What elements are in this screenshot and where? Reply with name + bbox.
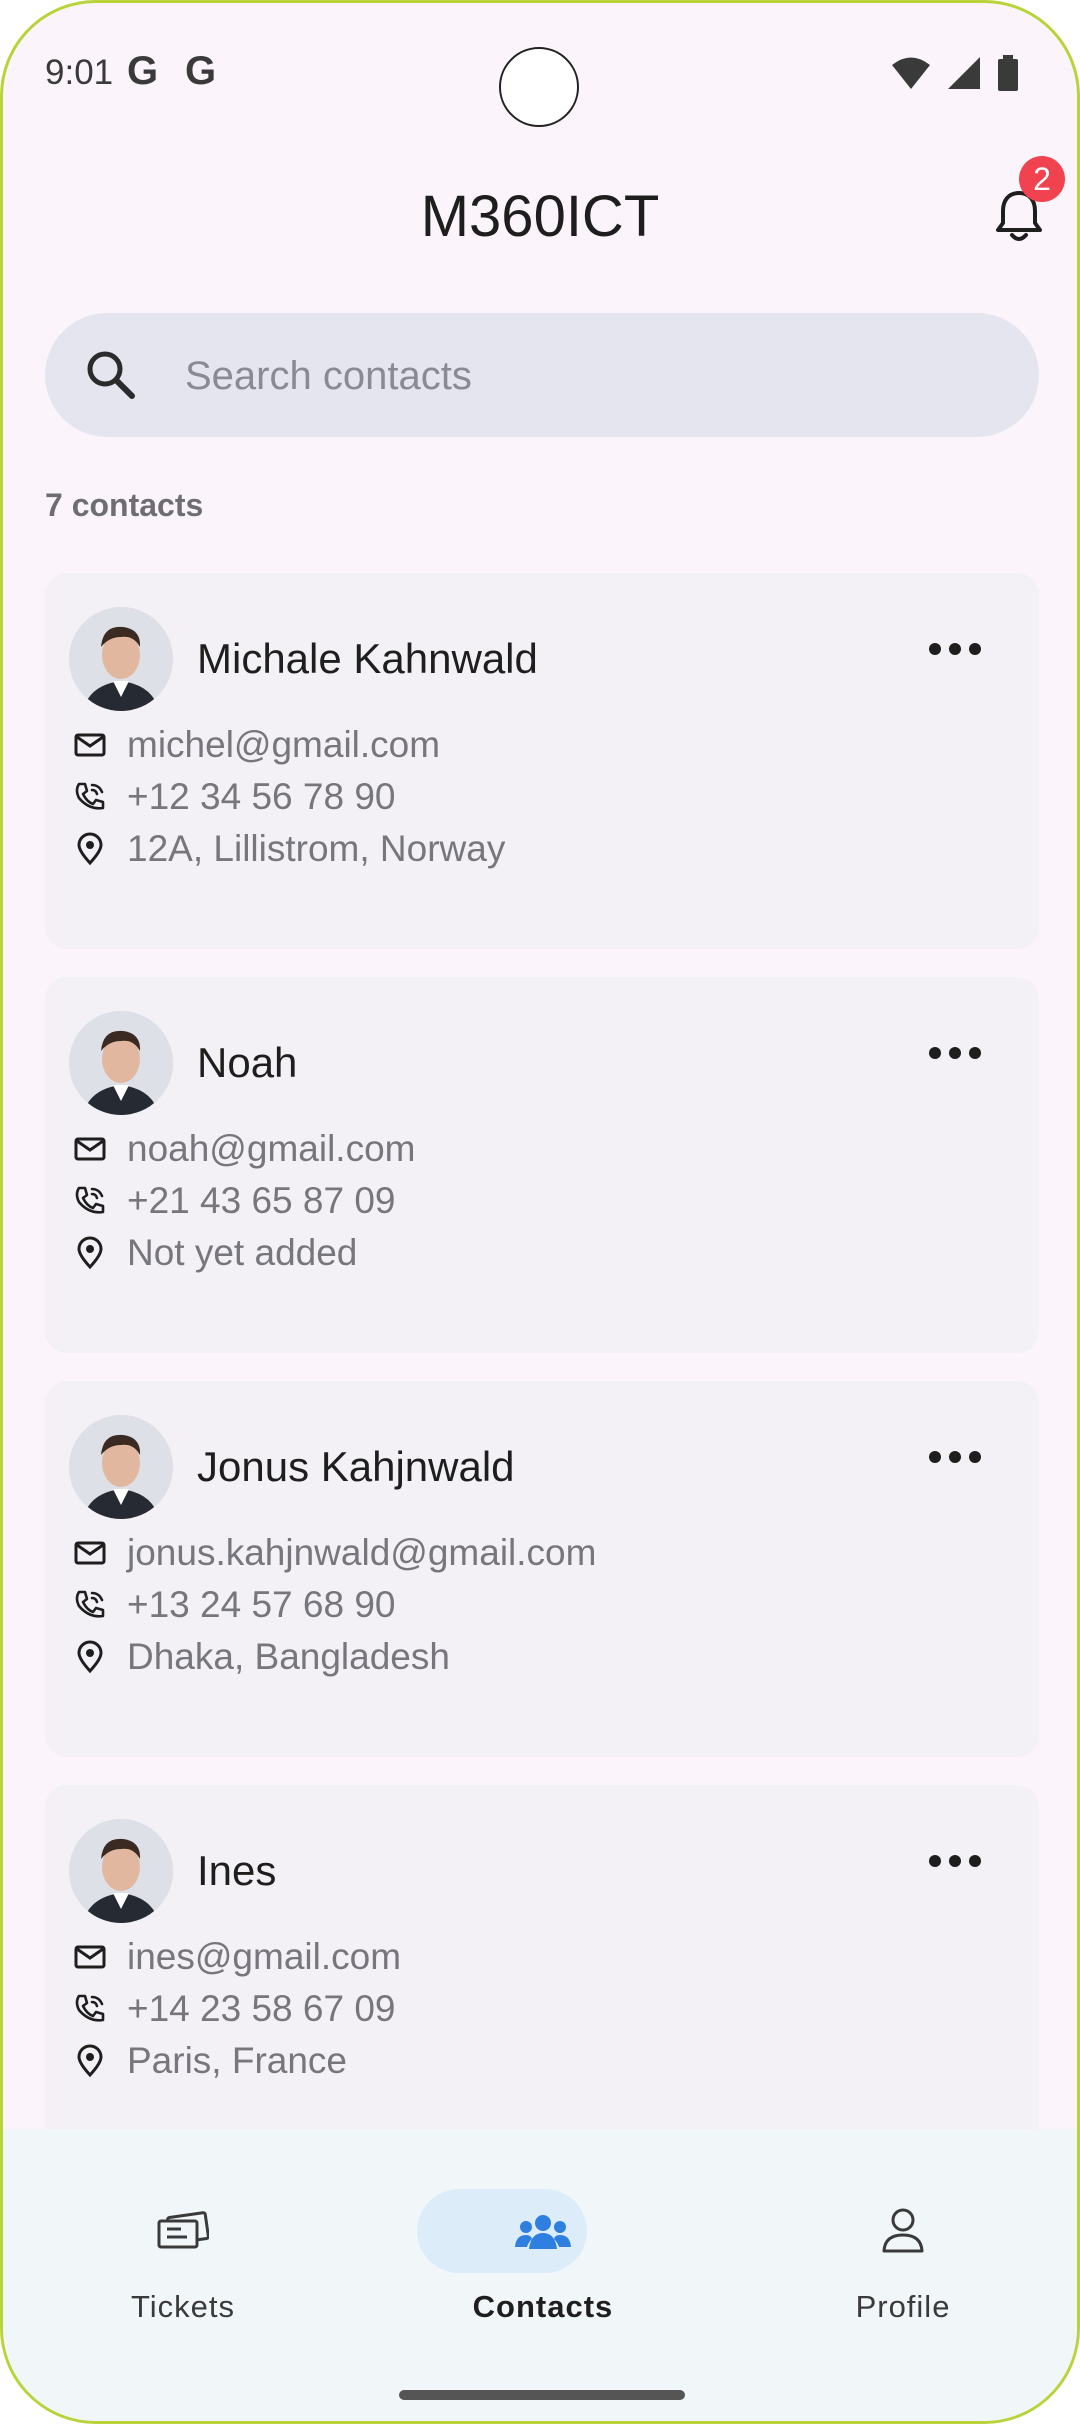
- mail-icon: [74, 1137, 106, 1161]
- mail-icon: [74, 1541, 106, 1565]
- nav-profile-label: Profile: [855, 2289, 951, 2324]
- contact-phone: +14 23 58 67 09: [127, 1988, 396, 2029]
- phone-wifi-icon: [75, 1590, 105, 1618]
- contact-email-row: jonus.kahjnwald@gmail.com: [73, 1532, 597, 1573]
- avatar: [69, 1819, 173, 1923]
- contact-email: noah@gmail.com: [127, 1128, 416, 1169]
- contact-phone: +12 34 56 78 90: [127, 776, 396, 817]
- system-icons: [891, 55, 1019, 91]
- contact-name: Noah: [197, 1039, 298, 1086]
- contact-name: Michale Kahnwald: [197, 635, 538, 682]
- nav-contacts-label: Contacts: [472, 2289, 614, 2324]
- contact-email-row: ines@gmail.com: [73, 1936, 402, 1977]
- contact-phone: +13 24 57 68 90: [127, 1584, 396, 1625]
- more-options-icon[interactable]: [925, 1849, 985, 1873]
- ticket-icon: [157, 2211, 209, 2249]
- person-icon: [882, 2208, 924, 2253]
- contact-address: Not yet added: [127, 1232, 358, 1273]
- contact-phone: +21 43 65 87 09: [127, 1180, 396, 1221]
- bottom-navigation: Tickets Contacts Profile: [3, 2129, 1077, 2421]
- wifi-icon: [892, 57, 930, 89]
- battery-icon: [998, 55, 1018, 91]
- group-icon: [515, 2215, 571, 2249]
- phone-frame: 9:01 G G M360ICT 2 7 contacts Michale Ka…: [0, 0, 1080, 2424]
- contact-email-row: michel@gmail.com: [73, 724, 441, 765]
- contact-phone-row: +12 34 56 78 90: [73, 776, 396, 817]
- camera-cutout: [499, 47, 579, 127]
- contact-address: 12A, Lillistrom, Norway: [127, 828, 506, 869]
- phone-wifi-icon: [75, 782, 105, 810]
- avatar: [69, 1011, 173, 1115]
- nav-tickets-label: Tickets: [130, 2289, 236, 2324]
- notification-badge: 2: [1019, 156, 1065, 202]
- avatar: [69, 1415, 173, 1519]
- contact-card[interactable]: Ines ines@gmail.com +14 23 58 67 09 Pari…: [45, 1785, 1039, 2129]
- contacts-count: 7 contacts: [45, 487, 204, 523]
- avatar: [69, 607, 173, 711]
- contact-phone-row: +13 24 57 68 90: [73, 1584, 396, 1625]
- contact-address-row: Paris, France: [73, 2040, 348, 2081]
- google-icon: G: [127, 49, 159, 93]
- status-bar: 9:01 G G: [3, 3, 1077, 143]
- home-indicator[interactable]: [399, 2390, 685, 2400]
- more-options-icon[interactable]: [925, 1041, 985, 1065]
- more-options-icon[interactable]: [925, 637, 985, 661]
- contact-card[interactable]: Michale Kahnwald michel@gmail.com +12 34…: [45, 573, 1039, 949]
- phone-wifi-icon: [75, 1186, 105, 1214]
- search-input[interactable]: [183, 313, 987, 439]
- contact-address-row: 12A, Lillistrom, Norway: [73, 828, 506, 869]
- contact-email: ines@gmail.com: [127, 1936, 402, 1977]
- contact-card[interactable]: Noah noah@gmail.com +21 43 65 87 09 Not …: [45, 977, 1039, 1353]
- contact-phone-row: +14 23 58 67 09: [73, 1988, 396, 2029]
- location-pin-icon: [77, 1640, 103, 1674]
- search-icon: [87, 351, 135, 399]
- search-bar[interactable]: [45, 313, 1039, 439]
- contact-address-row: Not yet added: [73, 1232, 358, 1273]
- app-title: M360ICT: [420, 184, 660, 249]
- contact-card[interactable]: Jonus Kahjnwald jonus.kahjnwald@gmail.co…: [45, 1381, 1039, 1757]
- contact-phone-row: +21 43 65 87 09: [73, 1180, 396, 1221]
- phone-wifi-icon: [75, 1994, 105, 2022]
- contact-email-row: noah@gmail.com: [73, 1128, 416, 1169]
- contact-address: Paris, France: [127, 2040, 348, 2081]
- location-pin-icon: [77, 832, 103, 866]
- contact-name: Jonus Kahjnwald: [197, 1443, 515, 1490]
- contact-email: michel@gmail.com: [127, 724, 441, 765]
- mail-icon: [74, 733, 106, 757]
- more-options-icon[interactable]: [925, 1445, 985, 1469]
- location-pin-icon: [77, 1236, 103, 1270]
- contact-email: jonus.kahjnwald@gmail.com: [127, 1532, 597, 1573]
- contacts-list[interactable]: Michale Kahnwald michel@gmail.com +12 34…: [45, 573, 1039, 2129]
- mail-icon: [74, 1945, 106, 1969]
- status-time: 9:01: [45, 53, 114, 92]
- google-icon: G: [185, 49, 217, 93]
- signal-icon: [948, 57, 980, 89]
- contact-name: Ines: [197, 1847, 277, 1894]
- contact-address-row: Dhaka, Bangladesh: [73, 1636, 450, 1677]
- contact-address: Dhaka, Bangladesh: [127, 1636, 450, 1677]
- location-pin-icon: [77, 2044, 103, 2078]
